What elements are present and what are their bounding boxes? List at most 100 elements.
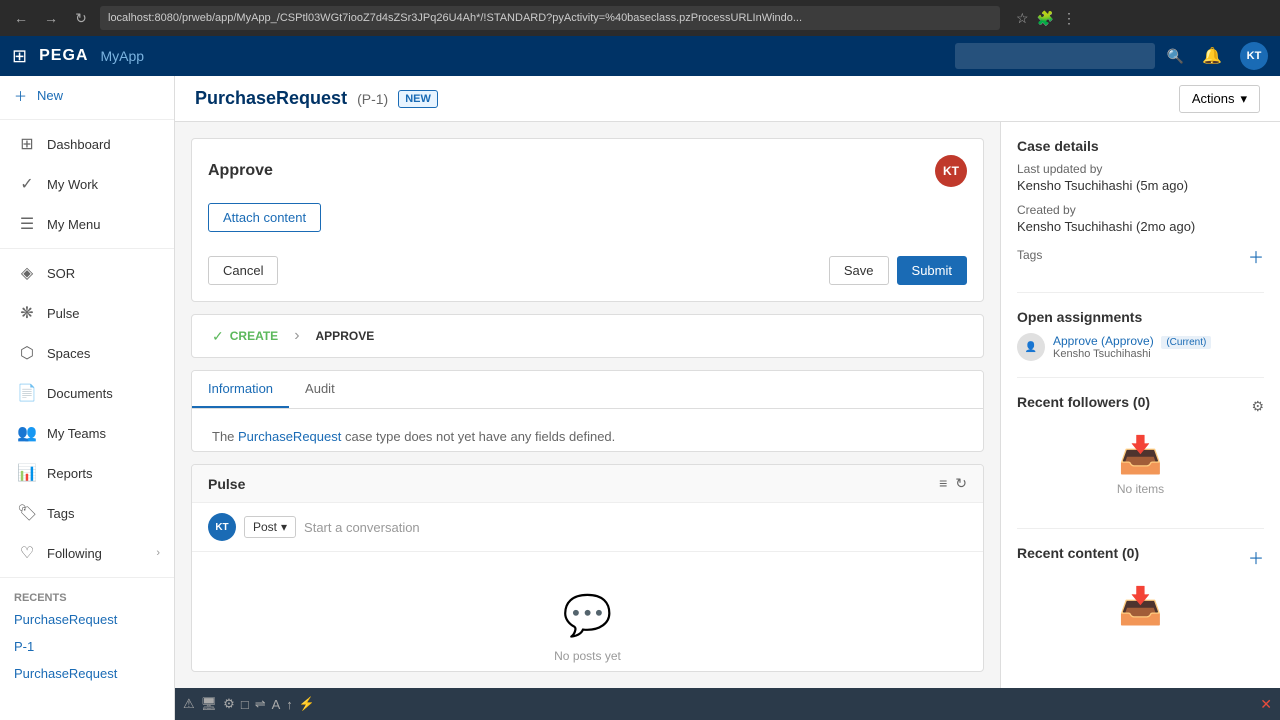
monitor-icon[interactable]: 🖥 [201, 696, 218, 712]
bookmark-icon[interactable]: ☆ [1016, 10, 1029, 27]
attach-content-button[interactable]: Attach content [208, 203, 321, 232]
refresh-icon[interactable]: ↻ [955, 475, 967, 492]
filter-icon[interactable]: ≡ [939, 475, 947, 492]
recent-content-empty-icon: 📥 [1118, 585, 1163, 627]
submit-button[interactable]: Submit [897, 256, 967, 285]
sidebar-label-my-menu: My Menu [47, 217, 100, 232]
text-icon[interactable]: A [272, 697, 281, 712]
assignment-user: Kensho Tsuchihashi [1053, 348, 1211, 360]
followers-empty-text: No items [1117, 482, 1164, 496]
recents-item-0[interactable]: PurchaseRequest [0, 606, 174, 633]
sidebar-label-my-teams: My Teams [47, 426, 106, 441]
pulse-user-avatar: KT [208, 513, 236, 541]
app-name[interactable]: MyApp [100, 48, 144, 64]
window-icon[interactable]: □ [241, 697, 249, 712]
settings-icon[interactable]: ⚙ [223, 696, 235, 712]
followers-gear-icon[interactable]: ⚙ [1251, 398, 1264, 415]
forward-button[interactable]: → [40, 7, 62, 29]
browser-bar: ← → ↻ localhost:8080/prweb/app/MyApp_/CS… [0, 0, 1280, 36]
spaces-icon: ⬡ [17, 343, 37, 363]
my-teams-icon: 👥 [17, 423, 37, 443]
extension-icon[interactable]: 🧩 [1037, 10, 1054, 27]
new-button[interactable]: ＋ New [0, 76, 174, 115]
page-case-id: (P-1) [357, 91, 388, 107]
transfer-icon[interactable]: ⇌ [255, 696, 266, 712]
sidebar-divider-1 [0, 248, 174, 249]
last-updated-value: Kensho Tsuchihashi (5m ago) [1017, 178, 1264, 193]
sidebar-item-my-menu[interactable]: ☰ My Menu [0, 204, 174, 244]
sidebar-item-reports[interactable]: 📊 Reports [0, 453, 174, 493]
recent-content-title: Recent content (0) [1017, 545, 1139, 561]
tab-information-label: Information [208, 381, 273, 396]
global-search-input[interactable] [955, 43, 1155, 69]
pulse-post-type-dropdown[interactable]: Post ▾ [244, 516, 296, 538]
assignment-item: 👤 Approve (Approve) (Current) Kensho Tsu… [1017, 333, 1264, 361]
add-content-icon[interactable]: ＋ [1248, 545, 1264, 569]
sidebar-divider-2 [0, 577, 174, 578]
plus-icon: ＋ [14, 86, 27, 105]
lightning-icon[interactable]: ⚡ [299, 696, 315, 712]
url-bar: localhost:8080/prweb/app/MyApp_/CSPtl03W… [100, 6, 1000, 30]
dashboard-icon: ⊞ [17, 134, 37, 154]
new-label: New [37, 88, 63, 103]
tab-information[interactable]: Information [192, 371, 289, 408]
assignment-avatar: 👤 [1017, 333, 1045, 361]
actions-button[interactable]: Actions ▾ [1179, 85, 1260, 113]
close-icon[interactable]: ✕ [1260, 696, 1272, 713]
pulse-card: Pulse ≡ ↻ KT Post ▾ Start a conversation [191, 464, 984, 672]
progress-arrow-icon: › [294, 327, 299, 345]
tabs-content-link[interactable]: PurchaseRequest [238, 429, 341, 444]
sidebar-label-following: Following [47, 546, 102, 561]
sidebar-item-my-work[interactable]: ✓ My Work [0, 164, 174, 204]
followers-title: Recent followers (0) [1017, 394, 1150, 410]
recents-item-2[interactable]: PurchaseRequest [0, 660, 174, 687]
assignment-current-badge: (Current) [1161, 336, 1211, 349]
pulse-dropdown-icon: ▾ [281, 520, 287, 534]
grid-icon[interactable]: ⊞ [12, 46, 27, 67]
bottom-bar: ⚠ 🖥 ⚙ □ ⇌ A ↑ ⚡ ✕ [175, 688, 1280, 720]
recents-item-name-2: PurchaseRequest [14, 666, 160, 681]
tab-audit[interactable]: Audit [289, 371, 351, 408]
upload-icon[interactable]: ↑ [286, 697, 293, 712]
save-button[interactable]: Save [829, 256, 889, 285]
url-text: localhost:8080/prweb/app/MyApp_/CSPtl03W… [108, 12, 802, 24]
sidebar-item-following[interactable]: ♡ Following › [0, 533, 174, 573]
warning-icon[interactable]: ⚠ [183, 696, 195, 712]
sidebar-label-sor: SOR [47, 266, 75, 281]
progress-step-approve: APPROVE [316, 329, 375, 343]
followers-section: Recent followers (0) ⚙ 📥 No items [1017, 394, 1264, 512]
sidebar-item-pulse[interactable]: ❋ Pulse [0, 293, 174, 333]
assignment-name[interactable]: Approve (Approve) [1053, 334, 1154, 348]
sidebar-item-my-teams[interactable]: 👥 My Teams [0, 413, 174, 453]
tabs-message-suffix: case type does not yet have any fields d… [341, 429, 615, 444]
actions-label: Actions [1192, 91, 1235, 106]
pulse-post-row: KT Post ▾ Start a conversation [192, 503, 983, 552]
open-assignments-section: Open assignments 👤 Approve (Approve) (Cu… [1017, 309, 1264, 361]
sidebar-item-sor[interactable]: ◈ SOR [0, 253, 174, 293]
divider-1 [1017, 292, 1264, 293]
pulse-conversation-placeholder[interactable]: Start a conversation [304, 520, 420, 535]
add-tag-icon[interactable]: ＋ [1248, 244, 1264, 268]
cancel-button[interactable]: Cancel [208, 256, 278, 285]
sidebar-item-spaces[interactable]: ⬡ Spaces [0, 333, 174, 373]
pega-logo: PEGA [39, 47, 88, 65]
recents-item-1[interactable]: P-1 [0, 633, 174, 660]
refresh-button[interactable]: ↻ [70, 7, 92, 29]
sidebar-item-documents[interactable]: 📄 Documents [0, 373, 174, 413]
bell-icon[interactable]: 🔔 [1202, 46, 1222, 66]
search-icon[interactable]: 🔍 [1167, 48, 1184, 65]
main-layout: ＋ New ⊞ Dashboard ✓ My Work ☰ My Menu ◈ … [0, 76, 1280, 720]
pulse-post-label: Post [253, 520, 277, 534]
approve-header: Approve KT [208, 155, 967, 187]
sidebar-item-tags[interactable]: 🏷 Tags [0, 493, 174, 533]
back-button[interactable]: ← [10, 7, 32, 29]
user-avatar[interactable]: KT [1240, 42, 1268, 70]
menu-icon[interactable]: ⋮ [1062, 10, 1076, 27]
pulse-header: Pulse ≡ ↻ [192, 465, 983, 503]
sidebar-label-dashboard: Dashboard [47, 137, 111, 152]
sidebar-item-dashboard[interactable]: ⊞ Dashboard [0, 124, 174, 164]
page-badge: NEW [398, 90, 438, 108]
pulse-icon: ❋ [17, 303, 37, 323]
tab-audit-label: Audit [305, 381, 335, 396]
case-details-section: Case details Last updated by Kensho Tsuc… [1017, 138, 1264, 276]
